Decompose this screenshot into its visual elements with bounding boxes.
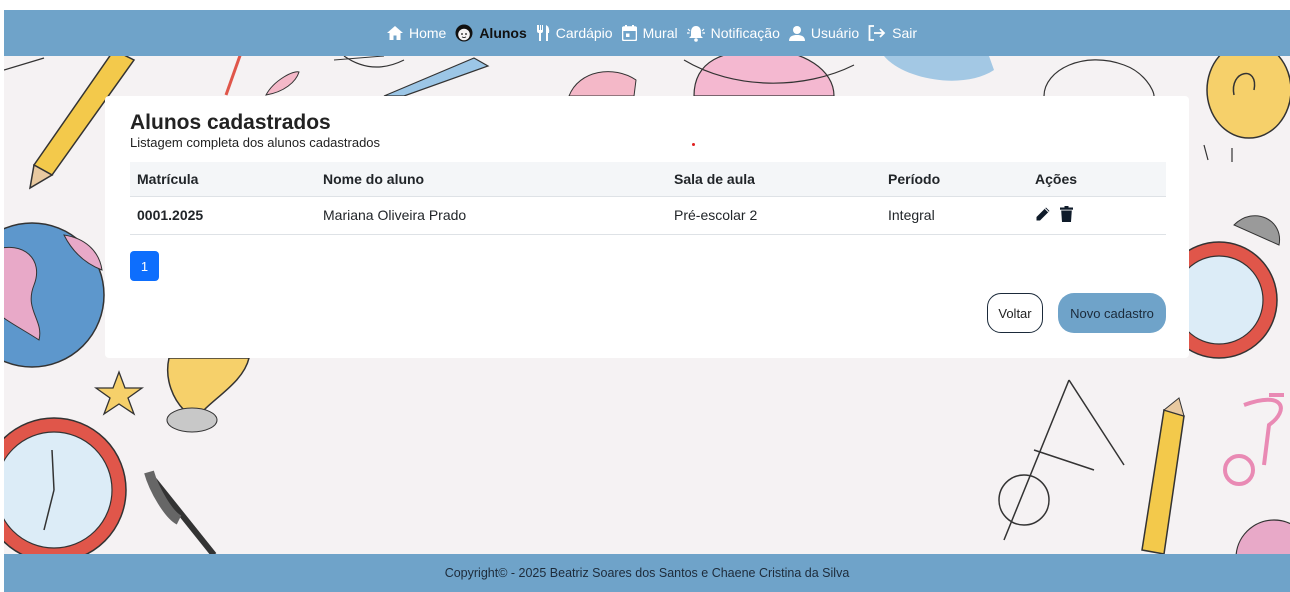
logout-icon [868,25,886,41]
red-dot-mark [692,143,695,146]
pagination-page-button[interactable]: 1 [130,251,159,281]
delete-trash-icon[interactable] [1060,205,1073,225]
child-face-icon [455,24,473,42]
students-card: Alunos cadastrados Listagem completa dos… [105,96,1189,358]
nav-alunos-label: Alunos [479,25,527,41]
edit-pencil-icon[interactable] [1035,206,1051,225]
planet-decor [693,49,835,97]
pink-shape-decor [568,71,637,97]
globe-outline-decor [1043,59,1155,97]
nav-cardapio[interactable]: Cardápio [536,25,613,41]
pen-illustration [333,55,490,97]
compass-illustration [998,379,1125,541]
nav-usuario[interactable]: Usuário [788,25,860,41]
alarm-clock-left-illustration [4,417,127,563]
footer: Copyright© - 2025 Beatriz Soares dos San… [4,554,1290,592]
home-icon [386,26,403,40]
students-table: Matrícula Nome do aluno Sala de aula Per… [130,162,1166,235]
footer-copyright: Copyright© - 2025 Beatriz Soares dos San… [444,566,850,580]
nav-notificacao-label: Notificação [710,25,780,41]
globe-illustration [4,222,105,368]
nav-home-label: Home [408,25,447,41]
light-rays-decor [1203,144,1233,162]
user-icon [788,25,805,41]
header-periodo: Período [881,162,1028,197]
cell-nome: Mariana Oliveira Prado [316,196,667,235]
header-nome: Nome do aluno [316,162,667,197]
page-subtitle: Listagem completa dos alunos cadastrados [130,135,381,150]
paintbrush-decor [151,478,217,557]
lightbulb-illustration [1206,41,1290,139]
header-acoes: Ações [1028,162,1166,197]
line-decor [4,57,45,71]
eraser-decor [265,71,300,96]
header-sala: Sala de aula [667,162,881,197]
calendar-icon [621,25,637,41]
bulb-bottom-illustration [166,357,250,433]
new-record-button[interactable]: Novo cadastro [1058,293,1166,333]
bell-icon [686,25,705,42]
blue-splash-decor [884,56,994,81]
star-decor [93,370,145,416]
nav-mural-label: Mural [642,25,678,41]
nav-notificacao[interactable]: Notificação [686,25,780,42]
header-matricula: Matrícula [130,162,316,197]
row-actions [1035,205,1166,225]
app-frame: Home Alunos Cardápio Mural Notificação U… [4,10,1290,592]
nav-alunos[interactable]: Alunos [455,24,527,42]
nav-home[interactable]: Home [386,25,447,41]
table-header-row: Matrícula Nome do aluno Sala de aula Per… [130,162,1166,197]
cell-sala: Pré-escolar 2 [667,196,881,235]
cell-periodo: Integral [881,196,1028,235]
nav-mural[interactable]: Mural [621,25,678,41]
nav-cardapio-label: Cardápio [555,25,613,41]
nav-usuario-label: Usuário [810,25,860,41]
pencil-bottom-illustration [1141,397,1185,555]
cell-acoes [1028,196,1166,235]
top-navbar: Home Alunos Cardápio Mural Notificação U… [4,10,1290,56]
nav-sair-label: Sair [892,25,918,41]
music-note-decor [1243,393,1284,466]
nav-sair[interactable]: Sair [868,25,917,41]
page-title: Alunos cadastrados [130,111,331,134]
table-row: 0001.2025 Mariana Oliveira Prado Pré-esc… [130,196,1166,235]
cell-matricula: 0001.2025 [130,196,316,235]
back-button[interactable]: Voltar [987,293,1043,333]
swirl-decor [343,55,405,68]
brush-decor [224,49,244,96]
utensils-icon [536,25,549,41]
